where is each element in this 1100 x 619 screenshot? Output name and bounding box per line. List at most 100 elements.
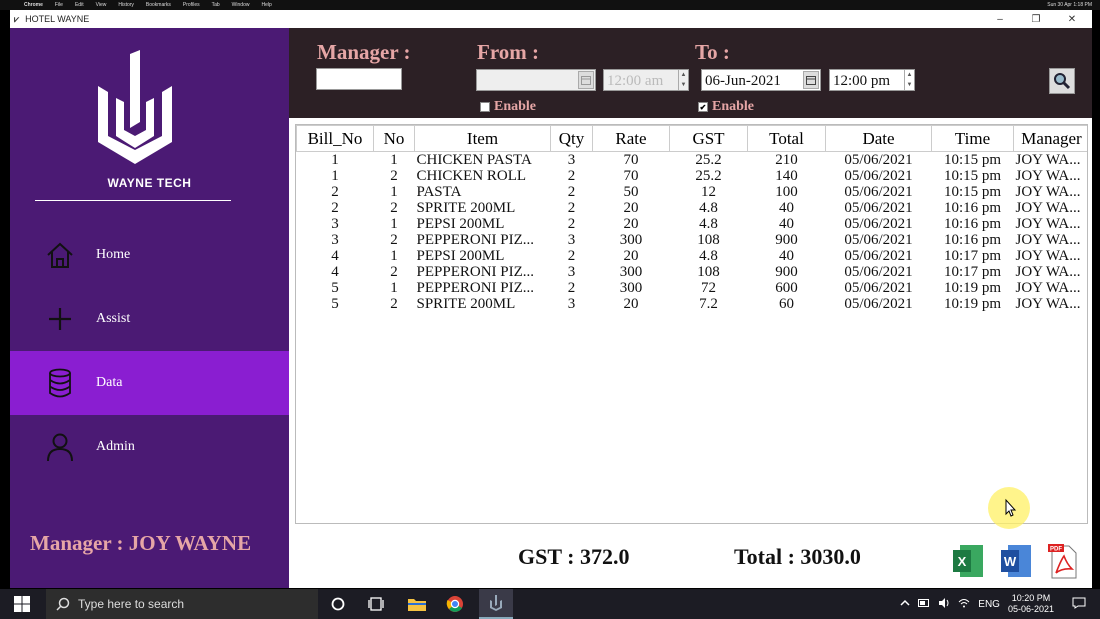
table-cell-total: 210 [775,152,798,168]
table-row[interactable]: 4 2 PEPPERONI PIZ... 3 300 108 900 05/06/2021 10… [297,264,1088,280]
table-row[interactable]: 2 2 SPRITE 200ML 2 20 4.8 40 05/06/2021 10:16 pm… [297,200,1088,216]
column-header-bill-no[interactable]: Bill_No [296,125,374,152]
table-row[interactable]: 1 1 CHICKEN PASTA 3 70 25.2 210 05/06/2021 10:15… [297,152,1088,169]
notification-icon[interactable] [1072,597,1086,612]
from-time-spinner[interactable]: 12:00 am ▲ ▼ [603,69,689,91]
column-header-rate[interactable]: Rate [592,125,670,152]
table-cell-no: 1 [390,248,398,264]
task-view-icon[interactable] [365,594,387,614]
table-cell-gst: 7.2 [699,296,718,312]
wayne-tech-logo [98,50,172,164]
app-icon: ⩗ [14,13,20,24]
table-cell-manager: JOY WA... [1015,264,1081,280]
mac-menu-file[interactable]: File [55,2,63,8]
table-cell-item: SPRITE 200ML [416,296,516,312]
svg-text:PDF: PDF [1050,547,1062,553]
from-date-picker[interactable] [476,69,596,91]
file-explorer-icon[interactable] [406,594,428,614]
table-row[interactable]: 4 1 PEPSI 200ML 2 20 4.8 40 05/06/2021 10:17 pm J… [297,248,1088,264]
column-header-time[interactable]: Time [931,125,1014,152]
mac-menu-window[interactable]: Window [232,2,250,8]
column-header-manager[interactable]: Manager [1013,125,1087,152]
mac-menu-profiles[interactable]: Profiles [183,2,200,8]
table-cell-total: 600 [775,280,798,296]
close-button[interactable]: ✕ [1054,10,1090,28]
column-header-item[interactable]: Item [414,125,551,152]
volume-icon[interactable] [938,597,950,611]
chevron-up-icon[interactable] [900,599,910,610]
table-row[interactable]: 5 1 PEPPERONI PIZ... 2 300 72 600 05/06/2021 10:… [297,280,1088,296]
mac-menu-bookmarks[interactable]: Bookmarks [146,2,171,8]
to-enable-checkbox[interactable]: ✔ Enable [698,99,754,115]
calendar-icon[interactable] [803,71,819,89]
spinner-arrows-icon[interactable]: ▲ ▼ [904,70,914,90]
checkbox-unchecked-icon [480,102,490,112]
export-excel-button[interactable]: X [951,542,985,580]
minimize-button[interactable]: – [982,10,1018,28]
restore-button[interactable]: ❐ [1018,10,1054,28]
mac-menu-history[interactable]: History [118,2,134,8]
bill-table-container[interactable]: Bill_No No Item Qty Rate GST Total Date Time Mana… [295,124,1088,524]
table-cell-qty: 2 [567,184,576,200]
table-cell-gst: 12 [701,184,716,200]
table-cell-rate: 300 [619,264,643,280]
table-cell-time: 10:15 pm [943,168,1002,184]
sidebar-item-assist[interactable]: Assist [10,287,289,351]
table-cell-bill-no: 2 [331,184,339,200]
to-time-spinner[interactable]: 12:00 pm ▲ ▼ [829,69,915,91]
network-icon[interactable] [958,598,970,611]
column-header-gst[interactable]: GST [669,125,748,152]
windows-start-icon[interactable] [14,596,30,612]
spinner-arrows-icon[interactable]: ▲ ▼ [678,70,688,90]
table-cell-rate: 20 [623,216,639,232]
mac-menu-edit[interactable]: Edit [75,2,84,8]
search-button[interactable] [1049,68,1075,94]
to-date-picker[interactable]: 06-Jun-2021 [701,69,821,91]
column-header-no[interactable]: No [373,125,415,152]
table-cell-bill-no: 5 [331,280,339,296]
current-manager-label: Manager : JOY WAYNE [30,531,252,555]
mac-menu-chrome[interactable]: Chrome [24,2,43,8]
table-cell-item: PEPPERONI PIZ... [416,232,535,248]
table-row[interactable]: 3 2 PEPPERONI PIZ... 3 300 108 900 05/06/2021 10… [297,232,1088,248]
calendar-icon[interactable] [578,71,594,89]
export-word-button[interactable]: W [999,542,1033,580]
table-cell-manager: JOY WA... [1015,200,1081,216]
column-header-total[interactable]: Total [747,125,826,152]
table-cell-item: PEPPERONI PIZ... [416,264,535,280]
column-header-qty[interactable]: Qty [550,125,593,152]
table-cell-date: 05/06/2021 [844,296,913,312]
hotel-app-taskbar-icon[interactable] [479,589,513,619]
sidebar: WAYNE TECH Home Assist Data Admin Manage… [10,28,289,588]
table-cell-manager: JOY WA... [1015,216,1081,232]
sidebar-item-admin[interactable]: Admin [10,415,289,479]
table-row[interactable]: 1 2 CHICKEN ROLL 2 70 25.2 140 05/06/2021 10:15 … [297,168,1088,184]
language-indicator[interactable]: ENG [978,599,1000,610]
table-row[interactable]: 2 1 PASTA 2 50 12 100 05/06/2021 10:15 pm JOY WA.… [297,184,1088,200]
sidebar-item-data[interactable]: Data [10,351,289,415]
cortana-icon[interactable] [327,594,349,614]
table-row[interactable]: 3 1 PEPSI 200ML 2 20 4.8 40 05/06/2021 10:16 pm J… [297,216,1088,232]
battery-icon[interactable] [918,598,930,610]
table-cell-bill-no: 3 [331,232,339,248]
sidebar-item-home[interactable]: Home [10,223,289,287]
taskbar-clock[interactable]: 10:20 PM 05-06-2021 [1008,593,1054,615]
mac-menu-tab[interactable]: Tab [212,2,220,8]
table-cell-time: 10:15 pm [943,184,1002,200]
table-cell-gst: 4.8 [699,216,718,232]
mac-menu-view[interactable]: View [96,2,107,8]
chrome-icon[interactable] [444,594,466,614]
mac-menu-help[interactable]: Help [261,2,271,8]
column-header-date[interactable]: Date [825,125,932,152]
export-pdf-button[interactable]: PDF [1046,542,1080,580]
table-cell-no: 1 [390,280,398,296]
taskbar-search-input[interactable]: Type here to search [46,589,318,619]
table-cell-rate: 20 [623,248,639,264]
search-icon [56,597,70,611]
table-cell-qty: 3 [567,296,576,312]
home-icon [40,235,80,275]
table-row[interactable]: 5 2 SPRITE 200ML 3 20 7.2 60 05/06/2021 10:19 pm… [297,296,1088,312]
svg-text:X: X [958,554,967,569]
from-enable-checkbox[interactable]: Enable [480,99,536,115]
manager-filter-input[interactable] [316,68,402,90]
